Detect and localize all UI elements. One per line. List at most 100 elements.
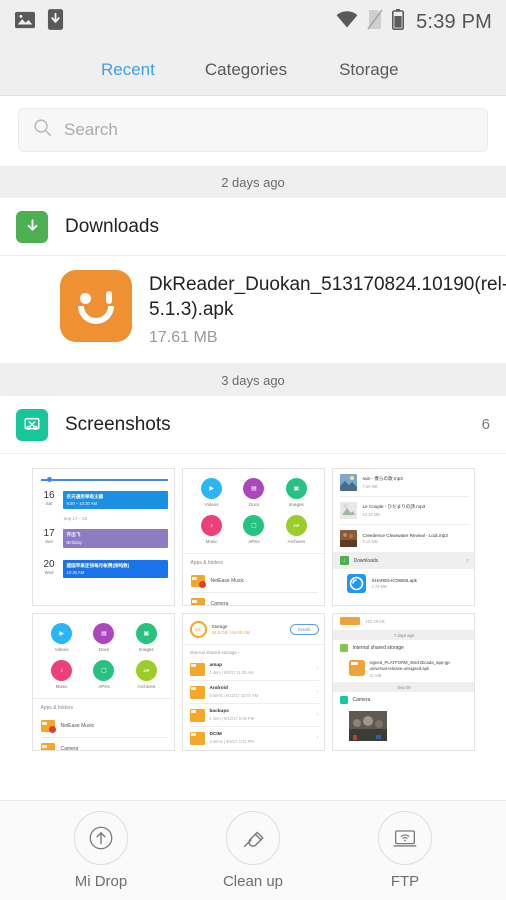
monitor-wifi-icon — [378, 811, 432, 865]
tab-bar: Recent Categories Storage — [0, 44, 506, 96]
calendar-event-title: 农天通用单吸尘器 — [66, 493, 104, 499]
search-box[interactable] — [18, 108, 488, 152]
broom-icon — [226, 811, 280, 865]
file-name: DkReader_Duokan_513170824.10190(rel-5.1.… — [149, 274, 506, 321]
tab-storage[interactable]: Storage — [335, 60, 403, 80]
category-label: Videos — [204, 502, 219, 508]
folder-label: NetEase Music — [60, 723, 95, 730]
videos-icon: ▶ — [51, 623, 73, 645]
apks-icon: ▢ — [93, 660, 115, 682]
mi-drop-label: Mi Drop — [74, 873, 128, 890]
file-size: 17.61 MB — [149, 329, 218, 347]
thumbnail-categories-screenshot-2[interactable]: ▶ Videos ▤ Docs ▣ Images ♪ Music ▢ APKs ZIP Ar… — [31, 613, 175, 752]
chevron-right-icon: › — [316, 712, 319, 719]
folder-meta: 1 item | 9/12/17 6:09 PM — [209, 715, 255, 721]
storage-label: Storage — [211, 623, 228, 629]
list-item-downloads[interactable]: Downloads — [0, 198, 506, 256]
category-label: Docs — [248, 502, 260, 508]
bottom-action-bar: Mi Drop Clean up FTP — [0, 800, 506, 900]
images-icon: ▣ — [285, 478, 307, 500]
chevron-right-icon: › — [316, 666, 319, 673]
sim-off-icon — [367, 9, 383, 35]
album-art — [339, 474, 357, 492]
search-container — [0, 96, 506, 166]
search-icon — [33, 118, 52, 142]
category-label: APKs — [98, 684, 110, 690]
status-bar: 5:39 PM — [0, 0, 506, 44]
folder-label: NetEase Music — [210, 578, 245, 585]
folder-icon — [190, 575, 206, 589]
calendar-weekday: Sat — [45, 500, 53, 506]
clean-up-button[interactable]: Clean up — [193, 811, 313, 890]
category-label: Docs — [98, 647, 110, 653]
calendar-day: 16 — [43, 489, 55, 501]
mi-drop-button[interactable]: Mi Drop — [41, 811, 161, 890]
thumbnail-music-list-screenshot[interactable]: rain - 僕らの歌.mp3 7.66 MB Le Couple - ひだまりの… — [331, 468, 475, 607]
ftp-label: FTP — [390, 873, 420, 890]
folder-meta: 9 items | 9/12/17 10:47 AM — [209, 692, 259, 698]
wifi-icon — [336, 11, 358, 33]
status-right-icons: 5:39 PM — [336, 9, 492, 35]
folder-name: DCIM — [209, 732, 222, 738]
images-icon: ▣ — [135, 623, 157, 645]
track-name: Le Couple - ひだまりの詩.mp3 — [362, 504, 426, 510]
apk-smiley-icon — [60, 270, 132, 342]
calendar-event-title: 建国苹果还钱每月帐费(按吨数) — [66, 562, 130, 568]
status-left-icons — [14, 8, 64, 36]
category-label: Music — [55, 684, 68, 690]
archives-icon: ZIP — [135, 660, 157, 682]
storage-icon — [339, 644, 348, 653]
folder-count: 6 — [481, 416, 490, 434]
file-size: 31 MB — [369, 673, 382, 679]
folder-icon — [40, 743, 56, 751]
calendar-day: 20 — [43, 558, 55, 570]
music-icon: ♪ — [201, 515, 223, 537]
tab-recent[interactable]: Recent — [97, 60, 159, 80]
screenshot-thumbnail-grid: 16 Sat 农天通用单吸尘器 9:00 – 10:30 AM Sep 17 –… — [0, 454, 506, 768]
tab-categories[interactable]: Categories — [201, 60, 291, 80]
download-icon: ↓ — [339, 556, 349, 566]
details-button[interactable]: Details — [289, 624, 319, 636]
file-size: 103.29 KB — [365, 619, 385, 625]
folder-icon — [189, 708, 205, 722]
apps-folders-header: Apps & folders — [40, 705, 74, 712]
chevron-right-icon: › — [316, 735, 319, 742]
category-label: Archives — [137, 684, 156, 690]
folder-meta: 1 item | 9/5/17 11:20 AM — [209, 669, 254, 675]
phone-download-icon — [47, 8, 64, 36]
photo-thumbnail — [348, 711, 469, 742]
calendar-weekday: Wed — [44, 569, 54, 575]
folder-label: Downloads — [65, 215, 159, 237]
folder-name: backups — [209, 709, 229, 715]
videos-icon: ▶ — [201, 478, 223, 500]
usage-ring: 5% — [189, 621, 207, 639]
apk-icon — [346, 574, 366, 594]
album-art — [339, 530, 357, 548]
ftp-button[interactable]: FTP — [345, 811, 465, 890]
folder-label: Camera — [210, 601, 229, 607]
downloads-label: Downloads — [353, 557, 379, 564]
file-icon — [348, 660, 365, 677]
apk-size: 4.79 MB — [371, 584, 387, 590]
calendar-weekday: Sun — [45, 539, 53, 545]
list-item-apk-file[interactable]: DkReader_Duokan_513170824.10190(rel-5.1.… — [0, 256, 506, 365]
thumbnail-recent-screenshot[interactable]: 103.29 KB 7 days ago Internal shared sto… — [331, 613, 475, 752]
downloads-count: 2 — [466, 558, 469, 564]
thumbnail-categories-screenshot[interactable]: ▶ Videos ▤ Docs ▣ Images ♪ Music ▢ APKs ZIP Ar… — [181, 468, 325, 607]
folder-label: Camera — [60, 746, 79, 752]
folder-icon — [189, 731, 205, 745]
thumbnail-storage-screenshot[interactable]: 5% Storage 48.9 GB / 64.00 GB Details In… — [181, 613, 325, 752]
docs-icon: ▤ — [243, 478, 265, 500]
section-label: Internal shared storage — [352, 645, 404, 652]
track-name: Creedence Clearwater Revival - Lodi.mp3 — [362, 532, 448, 538]
folder-name: amap — [209, 663, 223, 669]
date-band: Sep 09 — [332, 682, 474, 693]
calendar-event-time: 10:30 AM — [66, 570, 85, 576]
search-input[interactable] — [64, 120, 473, 140]
folder-label: Screenshots — [65, 413, 171, 435]
calendar-week-label: Sep 17 – 23 — [63, 516, 88, 522]
list-item-screenshots[interactable]: Screenshots 6 — [0, 396, 506, 455]
clean-up-label: Clean up — [222, 873, 284, 890]
thumbnail-calendar-screenshot[interactable]: 16 Sat 农天通用单吸尘器 9:00 – 10:30 AM Sep 17 –… — [31, 468, 175, 607]
category-label: APKs — [248, 539, 260, 545]
